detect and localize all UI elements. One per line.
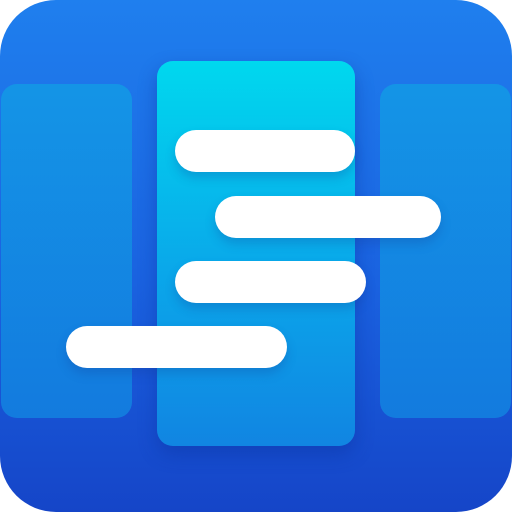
- task-bar-3: [175, 261, 366, 303]
- task-bar-2: [215, 196, 441, 238]
- app-icon-tile: [0, 0, 512, 512]
- task-bar-4: [66, 326, 287, 368]
- right-column: [380, 84, 511, 418]
- center-column: [157, 61, 355, 446]
- task-bar-1: [175, 130, 355, 172]
